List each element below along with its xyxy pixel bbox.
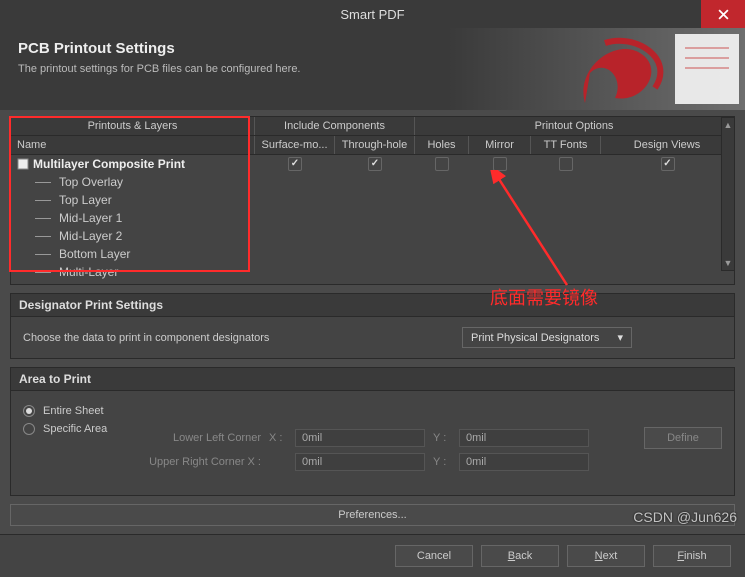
header-include: Include Components bbox=[255, 117, 415, 135]
annotation-text: 底面需要镜像 bbox=[490, 284, 598, 310]
banner: PCB Printout Settings The printout setti… bbox=[0, 28, 745, 110]
layer-row[interactable]: Top Overlay bbox=[11, 173, 734, 191]
grid-top-headers: Printouts & Layers Include Components Pr… bbox=[10, 116, 735, 136]
back-button[interactable]: Back bbox=[481, 545, 559, 567]
layer-row[interactable]: Mid-Layer 1 bbox=[11, 209, 734, 227]
header-printouts: Printouts & Layers bbox=[11, 117, 255, 135]
designator-dropdown[interactable]: Print Physical Designators ▾ bbox=[462, 327, 632, 348]
entire-sheet-label: Entire Sheet bbox=[43, 405, 104, 417]
layer-row[interactable]: Bottom Layer bbox=[11, 245, 734, 263]
close-icon bbox=[718, 9, 729, 20]
layer-row[interactable]: Mid-Layer 2 bbox=[11, 227, 734, 245]
upper-right-x-input[interactable] bbox=[295, 453, 425, 471]
close-button[interactable] bbox=[701, 0, 745, 28]
specific-area-label: Specific Area bbox=[43, 423, 123, 435]
footer: Cancel Back Next Finish bbox=[0, 534, 745, 577]
pdf-logo-art bbox=[545, 28, 745, 110]
layer-row[interactable]: Multi-Layer bbox=[11, 263, 734, 281]
chevron-down-icon: ▾ bbox=[617, 331, 623, 344]
define-button[interactable]: Define bbox=[644, 427, 722, 449]
checkbox-design[interactable] bbox=[661, 157, 675, 171]
preferences-button[interactable]: Preferences... bbox=[10, 504, 735, 526]
checkbox-holes[interactable] bbox=[435, 157, 449, 171]
subheader-holes[interactable]: Holes bbox=[415, 136, 469, 154]
upper-right-y-input[interactable] bbox=[459, 453, 589, 471]
checkbox-mirror[interactable] bbox=[493, 157, 507, 171]
radio-specific-area[interactable] bbox=[23, 423, 35, 435]
area-header: Area to Print bbox=[10, 367, 735, 391]
designator-header: Designator Print Settings bbox=[10, 293, 735, 317]
page-icon bbox=[17, 158, 29, 170]
vertical-scrollbar[interactable]: ▲ ▼ bbox=[721, 117, 735, 271]
subheader-design[interactable]: Design Views bbox=[601, 136, 734, 154]
checkbox-tt[interactable] bbox=[559, 157, 573, 171]
grid-sub-headers: Name Surface-mo... Through-hole Holes Mi… bbox=[10, 136, 735, 155]
designator-label: Choose the data to print in component de… bbox=[23, 332, 269, 344]
next-button[interactable]: Next bbox=[567, 545, 645, 567]
watermark: CSDN @Jun626 bbox=[633, 509, 737, 525]
lower-left-y-input[interactable] bbox=[459, 429, 589, 447]
lower-left-label: Lower Left Corner bbox=[131, 432, 261, 444]
layer-row[interactable]: Top Layer bbox=[11, 191, 734, 209]
subheader-tt[interactable]: TT Fonts bbox=[531, 136, 601, 154]
subheader-surface[interactable]: Surface-mo... bbox=[255, 136, 335, 154]
window-title: Smart PDF bbox=[0, 7, 745, 22]
cancel-button[interactable]: Cancel bbox=[395, 545, 473, 567]
printout-row-main[interactable]: Multilayer Composite Print bbox=[11, 155, 734, 173]
subheader-mirror[interactable]: Mirror bbox=[469, 136, 531, 154]
radio-entire-sheet[interactable] bbox=[23, 405, 35, 417]
grid-body: Multilayer Composite Print Top Overlay T… bbox=[10, 155, 735, 285]
subheader-through[interactable]: Through-hole bbox=[335, 136, 415, 154]
upper-right-label: Upper Right Corner X : bbox=[131, 456, 261, 468]
lower-left-x-input[interactable] bbox=[295, 429, 425, 447]
header-options: Printout Options bbox=[415, 117, 734, 135]
checkbox-through[interactable] bbox=[368, 157, 382, 171]
printout-name: Multilayer Composite Print bbox=[33, 157, 185, 171]
scroll-down-icon[interactable]: ▼ bbox=[722, 256, 734, 270]
subheader-name[interactable]: Name bbox=[11, 136, 255, 154]
checkbox-surface[interactable] bbox=[288, 157, 302, 171]
titlebar: Smart PDF bbox=[0, 0, 745, 28]
finish-button[interactable]: Finish bbox=[653, 545, 731, 567]
scroll-up-icon[interactable]: ▲ bbox=[722, 118, 734, 132]
